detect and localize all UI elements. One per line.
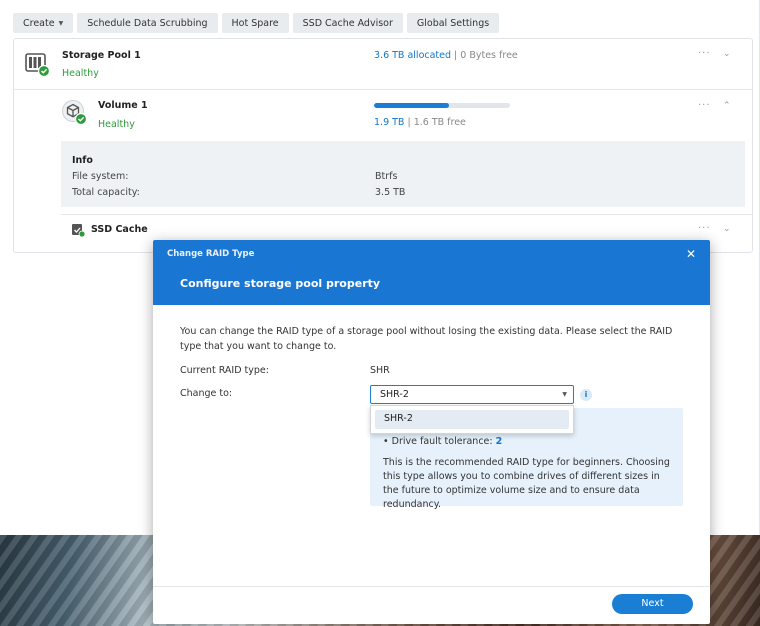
raid-option-shr-2[interactable]: SHR-2: [375, 410, 569, 429]
ssd-cache-icon: [71, 223, 86, 238]
dialog-header: Change RAID Type ✕ Configure storage poo…: [153, 240, 710, 305]
volume-status: Healthy: [98, 119, 135, 130]
raid-type-dropdown: SHR-2: [370, 405, 574, 434]
hot-spare-button[interactable]: Hot Spare: [221, 13, 289, 33]
volume-name[interactable]: Volume 1: [98, 100, 148, 111]
caret-down-icon: ▼: [58, 19, 64, 27]
dialog-description: You can change the RAID type of a storag…: [180, 326, 673, 352]
ssd-cache-chevron-down-icon[interactable]: ⌄: [723, 224, 731, 234]
global-settings-button[interactable]: Global Settings: [406, 13, 500, 33]
current-raid-value: SHR: [370, 365, 390, 376]
raid-type-select[interactable]: SHR-2 ▼: [370, 385, 574, 404]
storage-pool-chevron-down-icon[interactable]: ⌄: [723, 49, 731, 59]
filesystem-label: File system:: [72, 171, 129, 182]
fault-tolerance: • Drive fault tolerance: 2: [383, 436, 503, 447]
dialog-heading: Configure storage pool property: [180, 277, 381, 290]
volume-usage-bar: [374, 103, 510, 108]
ssd-cache-more-icon[interactable]: ···: [698, 223, 711, 234]
storage-pool-icon: [24, 51, 51, 78]
storage-pool-name[interactable]: Storage Pool 1: [62, 50, 141, 61]
schedule-data-scrubbing-button[interactable]: Schedule Data Scrubbing: [77, 13, 218, 33]
change-raid-type-dialog: Change RAID Type ✕ Configure storage poo…: [153, 240, 710, 624]
toolbar: Create ▼ Schedule Data Scrubbing Hot Spa…: [13, 13, 500, 33]
volume-chevron-up-icon[interactable]: ⌃: [723, 101, 731, 111]
capacity-value: 3.5 TB: [375, 187, 406, 198]
ssd-cache-advisor-button[interactable]: SSD Cache Advisor: [292, 13, 403, 33]
next-button[interactable]: Next: [612, 594, 693, 614]
storage-pool-panel: Storage Pool 1 Healthy 3.6 TB allocated …: [13, 38, 753, 253]
close-icon[interactable]: ✕: [686, 247, 696, 261]
info-title: Info: [72, 155, 93, 166]
dialog-footer-divider: [153, 586, 710, 587]
ssd-cache-name[interactable]: SSD Cache: [91, 224, 148, 235]
dialog-window-title: Change RAID Type: [167, 249, 255, 259]
volume-info-box: Info File system: Btrfs Total capacity: …: [61, 141, 745, 207]
caret-down-icon: ▼: [562, 391, 567, 398]
storage-pool-usage: 3.6 TB allocated | 0 Bytes free: [374, 50, 518, 61]
storage-pool-status: Healthy: [62, 68, 99, 79]
storage-pool-more-icon[interactable]: ···: [698, 48, 711, 59]
volume-usage: 1.9 TB | 1.6 TB free: [374, 117, 466, 128]
create-button[interactable]: Create ▼: [13, 13, 74, 33]
volume-more-icon[interactable]: ···: [698, 100, 711, 111]
volume-usage-fill: [374, 103, 449, 108]
divider: [14, 89, 752, 90]
info-icon[interactable]: i: [580, 389, 592, 401]
raid-type-select-value: SHR-2: [380, 389, 409, 400]
volume-icon: [61, 99, 88, 126]
capacity-label: Total capacity:: [72, 187, 140, 198]
divider: [61, 214, 752, 215]
raid-recommendation: This is the recommended RAID type for be…: [383, 457, 670, 510]
filesystem-value: Btrfs: [375, 171, 398, 182]
current-raid-label: Current RAID type:: [180, 365, 269, 376]
change-to-label: Change to:: [180, 388, 233, 399]
